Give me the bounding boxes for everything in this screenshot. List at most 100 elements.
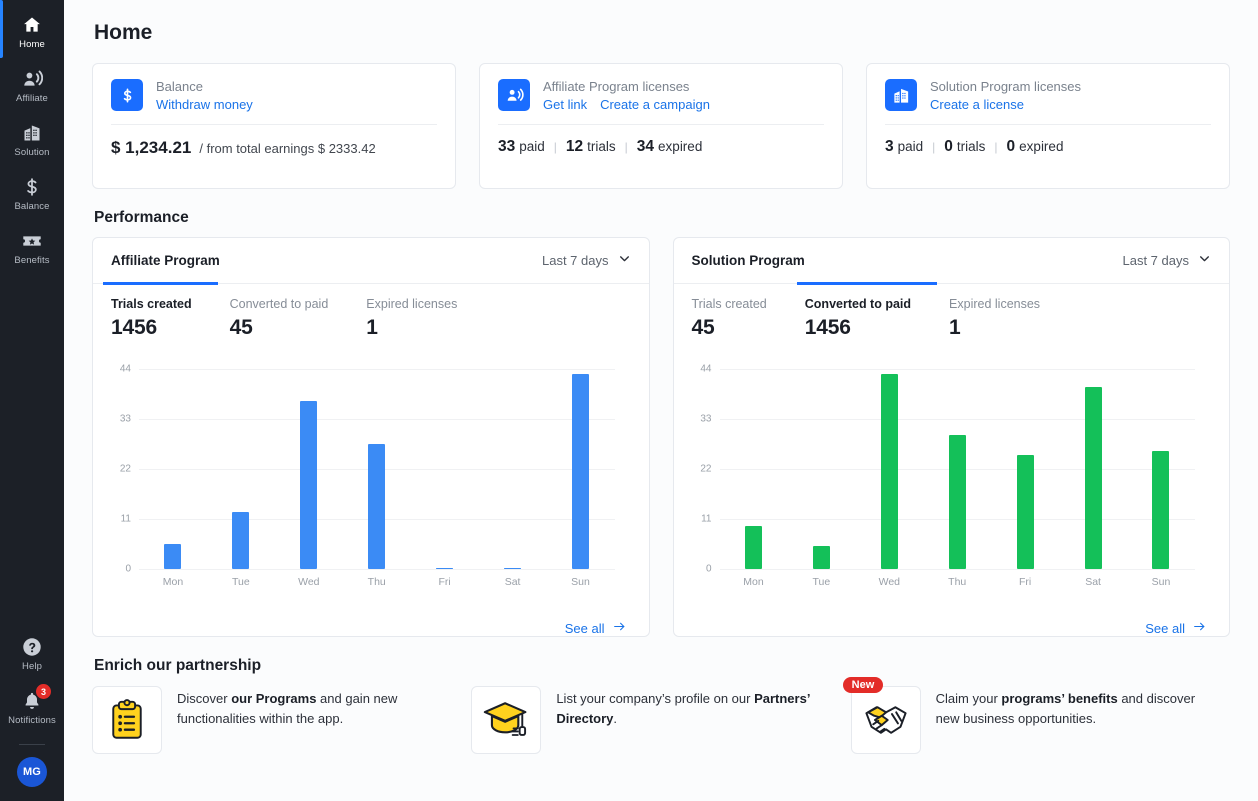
chart-bar[interactable] [1085,387,1102,569]
chart-bar[interactable] [745,526,762,569]
chart-bar-slot[interactable] [720,369,788,569]
chart-bar-slot[interactable] [1059,369,1127,569]
create-license-link[interactable]: Create a license [930,97,1024,112]
chart-bar-slot[interactable] [343,369,411,569]
main-content: Home Balance Withdraw money [64,0,1258,801]
chart-x-label: Tue [207,576,275,588]
sidebar-bottom: Help 3 Notifictions MG [0,628,64,801]
chart-bar-slot[interactable] [991,369,1059,569]
chart-bar[interactable] [504,568,521,570]
affiliate-chart-x-labels: MonTueWedThuFriSatSun [139,576,615,588]
avatar[interactable]: MG [17,757,47,787]
chart-bars [720,369,1196,569]
solution-see-all-link[interactable]: See all [674,608,1230,636]
question-circle-icon [21,636,43,658]
tab-trials-created-label: Trials created [692,297,767,311]
chart-y-tick: 44 [120,364,131,375]
balance-note: / from total earnings $ 2333.42 [199,141,375,156]
affiliate-range-selector[interactable]: Last 7 days [542,252,631,270]
sidebar-item-help[interactable]: Help [0,628,64,680]
chart-bar[interactable] [949,435,966,569]
solution-range-selector[interactable]: Last 7 days [1123,252,1212,270]
tab-trials-created[interactable]: Trials created 45 [692,283,767,347]
sidebar-divider [19,744,45,745]
solution-card-links: Create a license [930,97,1081,112]
chart-x-label: Thu [343,576,411,588]
solution-card-header: Solution Program licenses Create a licen… [885,79,1211,112]
arrow-right-icon [612,620,627,636]
affiliate-metric-tabs: Trials created 1456 Converted to paid 45… [93,283,649,347]
chart-bar[interactable] [300,401,317,569]
balance-amount: $ 1,234.21 [111,138,191,158]
promo-programs[interactable]: Discover our Programs and gain new funct… [92,686,471,754]
solution-performance-panel: Solution Program Last 7 days Trials crea… [673,237,1231,637]
tab-expired-licenses-value: 1 [366,316,457,340]
tab-converted-to-paid[interactable]: Converted to paid 1456 [805,283,911,347]
bell-icon: 3 [22,690,42,712]
chart-bar[interactable] [1152,451,1169,569]
balance-card-text: Balance Withdraw money [156,79,253,112]
dollar-icon [22,176,42,198]
get-link-link[interactable]: Get link [543,97,587,112]
stat-separator: | [625,140,628,154]
sidebar-item-affiliate-label: Affiliate [16,93,48,104]
chart-bar-slot[interactable] [855,369,923,569]
sidebar-item-benefits[interactable]: Benefits [0,222,64,274]
balance-card-title: Balance [156,79,253,94]
chart-y-tick: 0 [125,564,131,575]
chart-bar-slot[interactable] [1127,369,1195,569]
sidebar-item-benefits-label: Benefits [14,255,49,266]
chart-bar-slot[interactable] [787,369,855,569]
affiliate-panel-title: Affiliate Program [111,253,220,268]
promo-benefits[interactable]: New Claim your programs’ benefits and di… [851,686,1230,754]
chart-bar-slot[interactable] [139,369,207,569]
affiliate-icon [22,68,43,90]
withdraw-money-link[interactable]: Withdraw money [156,97,253,112]
tab-expired-licenses[interactable]: Expired licenses 1 [366,283,457,347]
chart-bar[interactable] [1017,455,1034,569]
sidebar-item-balance[interactable]: Balance [0,168,64,220]
affiliate-see-all-link[interactable]: See all [93,608,649,636]
chart-bar-slot[interactable] [547,369,615,569]
chart-bar-slot[interactable] [479,369,547,569]
page-title: Home [94,21,1230,45]
chart-bar-slot[interactable] [275,369,343,569]
chart-bar[interactable] [164,544,181,569]
chart-x-label: Mon [720,576,788,588]
solution-expired-label: expired [1019,139,1063,154]
chart-bar[interactable] [572,374,589,569]
chart-bar[interactable] [813,546,830,569]
solution-panel-title: Solution Program [692,253,805,268]
chart-bar[interactable] [436,568,453,570]
sidebar-item-notifications-label: Notifictions [8,715,56,726]
chart-x-label: Wed [855,576,923,588]
affiliate-range-label: Last 7 days [542,253,609,268]
create-campaign-link[interactable]: Create a campaign [600,97,710,112]
sidebar-item-solution-label: Solution [14,147,49,158]
tab-trials-created[interactable]: Trials created 1456 [111,283,192,347]
chart-bar[interactable] [232,512,249,569]
affiliate-card-stats: 33 paid | 12 trials | 34 expired [498,125,824,156]
chart-bar[interactable] [881,374,898,569]
sidebar-item-affiliate[interactable]: Affiliate [0,60,64,112]
chart-bar-slot[interactable] [411,369,479,569]
sidebar-item-home[interactable]: Home [0,6,64,58]
chart-y-tick: 11 [701,514,711,525]
tab-trials-created-value: 45 [692,316,767,340]
chart-bar[interactable] [368,444,385,569]
affiliate-icon [498,79,530,111]
tab-expired-licenses[interactable]: Expired licenses 1 [949,283,1040,347]
tab-converted-to-paid[interactable]: Converted to paid 45 [230,283,329,347]
tab-converted-to-paid-label: Converted to paid [230,297,329,311]
sidebar-item-solution[interactable]: Solution [0,114,64,166]
summary-cards: Balance Withdraw money $ 1,234.21 / from… [92,63,1230,189]
promo-directory[interactable]: List your company’s profile on our Partn… [471,686,850,754]
solution-paid-count: 3 [885,138,894,156]
sidebar-item-notifications[interactable]: 3 Notifictions [0,682,64,734]
stat-separator: | [554,140,557,154]
chart-bar-slot[interactable] [923,369,991,569]
tab-converted-to-paid-label: Converted to paid [805,297,911,311]
solution-panel-header: Solution Program Last 7 days [674,238,1230,284]
performance-section-title: Performance [94,209,1230,227]
chart-bar-slot[interactable] [207,369,275,569]
